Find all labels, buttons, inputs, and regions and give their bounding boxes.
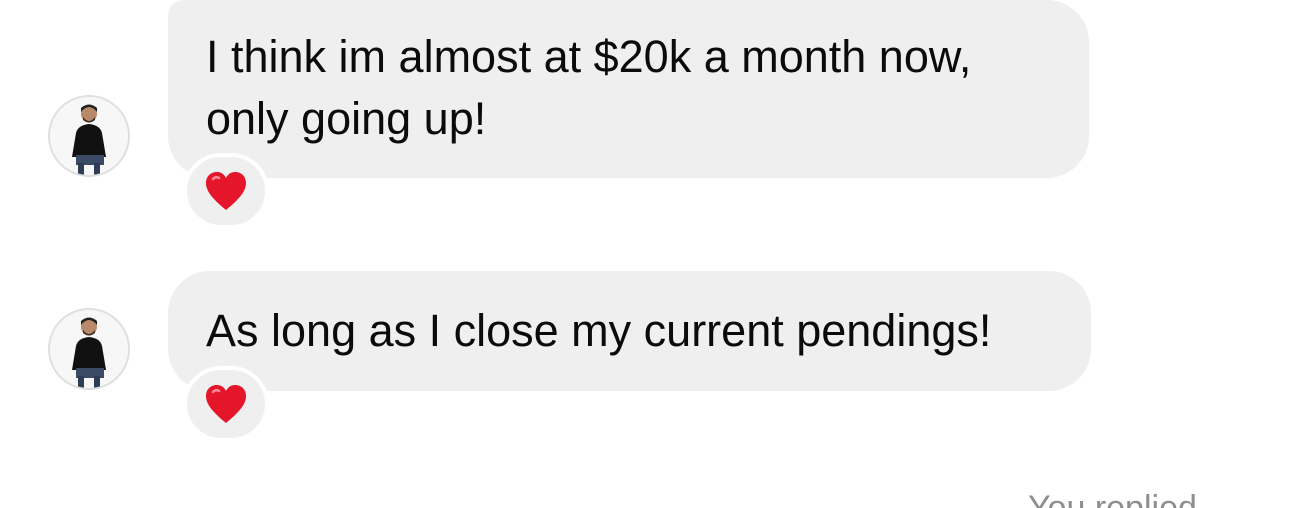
heart-icon <box>206 172 246 210</box>
message-bubble[interactable]: As long as I close my current pendings! <box>168 271 1091 391</box>
message-text-line: I think im almost at $20k a month now, <box>206 31 972 82</box>
person-photo-icon <box>50 310 128 388</box>
message-thread: I think im almost at $20k a month now, o… <box>0 0 1290 508</box>
message-text-line: only going up! <box>206 93 487 144</box>
heart-reaction[interactable] <box>183 153 269 229</box>
message-bubble[interactable]: I think im almost at $20k a month now, o… <box>168 0 1089 178</box>
sender-avatar[interactable] <box>48 308 130 390</box>
sender-avatar[interactable] <box>48 95 130 177</box>
person-photo-icon <box>50 97 128 175</box>
heart-icon <box>206 385 246 423</box>
heart-reaction[interactable] <box>183 366 269 442</box>
reply-status-text: You replied <box>1028 489 1197 508</box>
message-text-line: As long as I close my current pendings! <box>206 305 992 356</box>
